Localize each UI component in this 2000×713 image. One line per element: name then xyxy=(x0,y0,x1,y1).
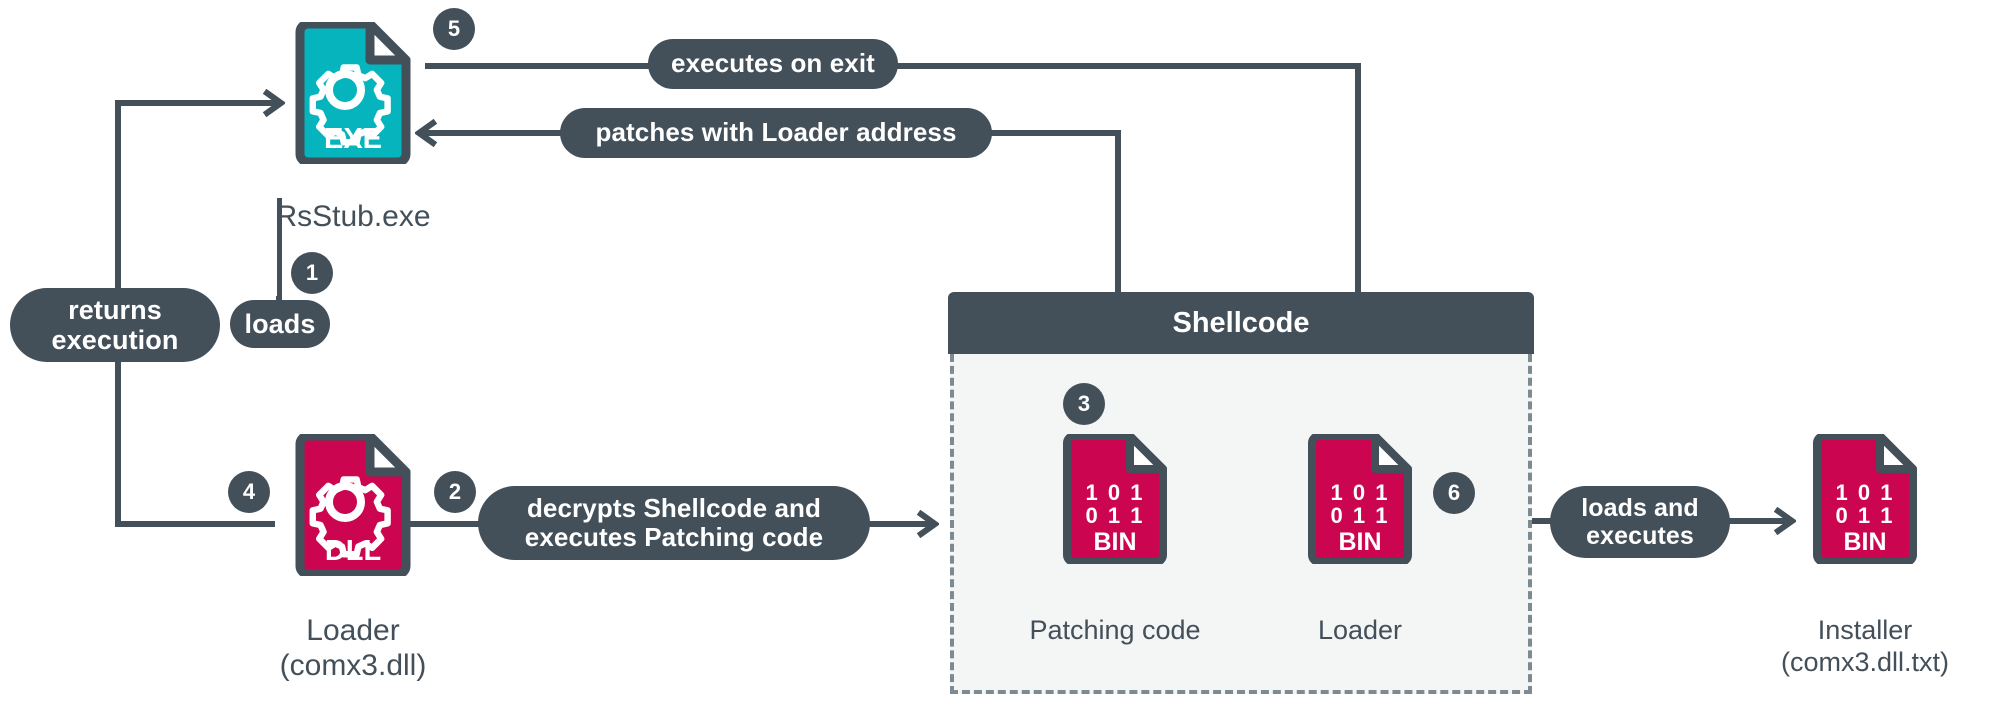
bin-file-icon-installer: 1 0 1 0 1 1 BIN xyxy=(1810,434,1920,564)
svg-text:0 1 1: 0 1 1 xyxy=(1086,503,1145,528)
arrowhead-returns-execution-icon xyxy=(251,89,285,117)
svg-text:DLL: DLL xyxy=(325,535,381,567)
diagram-canvas: Shellcode EXE DLL 1 0 1 0 1 1 BIN 1 0 1 … xyxy=(0,0,2000,713)
dll-file-icon: DLL xyxy=(292,434,414,576)
svg-text:1 0 1: 1 0 1 xyxy=(1836,480,1895,505)
edge-returns-execution-top xyxy=(115,100,260,106)
svg-text:BIN: BIN xyxy=(1338,528,1381,556)
step-badge-5: 5 xyxy=(433,8,475,50)
step-badge-2: 2 xyxy=(434,471,476,513)
label-decrypts: decrypts Shellcode and executes Patching… xyxy=(478,486,870,560)
step-badge-6: 6 xyxy=(1433,472,1475,514)
label-loads-and-executes: loads and executes xyxy=(1550,486,1730,558)
label-loads: loads xyxy=(230,300,330,348)
bin-file-icon-patching-code: 1 0 1 0 1 1 BIN xyxy=(1060,434,1170,564)
arrowhead-patches-icon xyxy=(415,119,449,147)
step-badge-1: 1 xyxy=(291,252,333,294)
arrowhead-decrypts-icon xyxy=(905,510,939,538)
svg-text:EXE: EXE xyxy=(324,123,382,155)
label-patches-with-loader-address: patches with Loader address xyxy=(560,108,992,158)
step-badge-4: 4 xyxy=(228,471,270,513)
shellcode-panel-header: Shellcode xyxy=(948,292,1534,354)
svg-text:0 1 1: 0 1 1 xyxy=(1836,503,1895,528)
exe-file-icon: EXE xyxy=(292,22,414,164)
svg-text:BIN: BIN xyxy=(1843,528,1886,556)
arrowhead-loads-and-executes-icon xyxy=(1762,507,1796,535)
shellcode-panel-title: Shellcode xyxy=(1172,306,1310,339)
caption-shellcode-loader: Loader xyxy=(1317,615,1403,645)
edge-returns-execution-bottom xyxy=(115,521,275,527)
caption-rsstub: RsStub.exe xyxy=(275,200,431,233)
svg-text:1 0 1: 1 0 1 xyxy=(1331,480,1390,505)
svg-text:0 1 1: 0 1 1 xyxy=(1331,503,1390,528)
svg-text:BIN: BIN xyxy=(1093,528,1136,556)
caption-loader-dll: Loader (comx3.dll) xyxy=(279,614,427,683)
step-badge-3: 3 xyxy=(1063,383,1105,425)
svg-text:1 0 1: 1 0 1 xyxy=(1086,480,1145,505)
bin-file-icon-shellcode-loader: 1 0 1 0 1 1 BIN xyxy=(1305,434,1415,564)
label-executes-on-exit: executes on exit xyxy=(648,39,898,89)
caption-installer: Installer (comx3.dll.txt) xyxy=(1780,615,1950,677)
label-returns-execution: returns execution xyxy=(10,288,220,362)
